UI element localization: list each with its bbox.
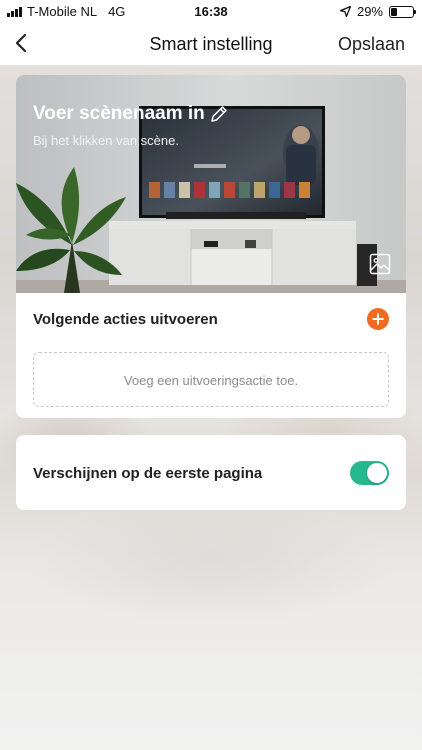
location-arrow-icon: [339, 6, 351, 17]
add-action-text: Voeg een uitvoeringsactie toe.: [123, 373, 299, 388]
status-right: 29%: [339, 4, 416, 19]
add-action-placeholder[interactable]: Voeg een uitvoeringsactie toe.: [33, 352, 389, 407]
scene-subtitle: Bij het klikken van scène.: [33, 133, 179, 148]
home-page-card: Verschijnen op de eerste pagina: [16, 435, 406, 510]
home-page-toggle[interactable]: [350, 461, 389, 485]
pencil-icon[interactable]: [209, 104, 229, 124]
battery-fill: [391, 7, 398, 16]
status-bar: T-Mobile NL 4G 16:38 29%: [0, 0, 422, 22]
navigation-bar: Smart instelling Opslaan: [0, 22, 422, 66]
actions-title: Volgende acties uitvoeren: [33, 311, 218, 328]
image-icon[interactable]: [369, 253, 391, 275]
scene-name-input[interactable]: Voer scènenaam in: [33, 103, 229, 125]
toggle-knob: [367, 463, 387, 483]
scene-card: Voer scènenaam in Bij het klikken van sc…: [16, 75, 406, 418]
home-page-label: Verschijnen op de eerste pagina: [33, 465, 263, 482]
battery-percent: 29%: [356, 4, 383, 19]
battery-icon: [389, 5, 416, 18]
save-button[interactable]: Opslaan: [338, 34, 405, 55]
scene-name-label: Voer scènenaam in: [33, 103, 205, 124]
plus-circle-icon[interactable]: [367, 308, 389, 330]
